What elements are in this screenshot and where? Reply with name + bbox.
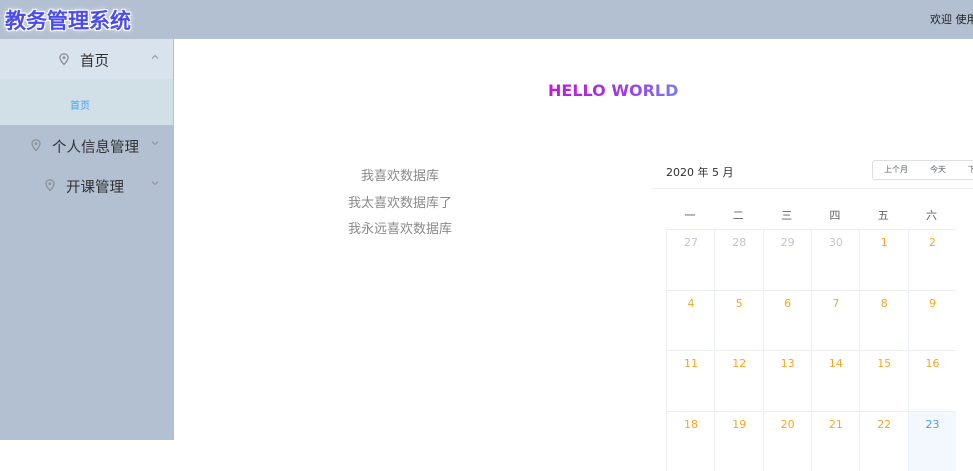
- calendar-day-cell[interactable]: 9: [907, 289, 956, 350]
- chevron-up-icon: [151, 54, 159, 59]
- calendar-day-cell[interactable]: 19: [714, 410, 763, 471]
- calendar-day-number: 7: [832, 296, 840, 310]
- location-pin-icon: [59, 53, 69, 65]
- calendar-day-cell[interactable]: 6: [762, 289, 811, 350]
- calendar-day-number: 21: [828, 417, 843, 431]
- calendar-day-cell[interactable]: 7: [810, 289, 859, 350]
- calendar-day-cell[interactable]: 15: [859, 350, 908, 410]
- next-month-button[interactable]: 下: [957, 160, 973, 180]
- calendar-day-cell[interactable]: 13: [762, 350, 811, 410]
- calendar-day-cell[interactable]: 22: [859, 410, 908, 471]
- location-pin-icon: [31, 139, 41, 151]
- calendar-day-number: 23: [925, 417, 940, 431]
- calendar-day-number: 20: [780, 417, 795, 431]
- weekday-label: 六: [926, 209, 937, 222]
- calendar-day-number: 16: [925, 357, 940, 370]
- calendar-day-number: 8: [880, 296, 888, 310]
- today-button[interactable]: 今天: [919, 160, 958, 180]
- weekday-label: 一: [684, 209, 696, 222]
- submenu-item-home[interactable]: 首页: [0, 79, 173, 125]
- sidebar-item-personal-info[interactable]: 个人信息管理: [0, 125, 173, 165]
- sidebar-menu: 首页 首页 个人信息管理 开课管理: [0, 39, 173, 205]
- calendar-day-cell[interactable]: 4: [666, 289, 714, 350]
- sidebar: 首页 首页 个人信息管理 开课管理: [0, 39, 174, 440]
- calendar-day-cell[interactable]: 30: [810, 229, 859, 289]
- calendar-day-number: 30: [828, 236, 843, 249]
- sidebar-item-label: 首页: [80, 54, 109, 70]
- calendar-day-number: 27: [684, 236, 698, 249]
- sidebar-item-label: 个人信息管理: [52, 140, 139, 156]
- chevron-down-icon: [151, 141, 159, 146]
- calendar-day-cell[interactable]: 18: [666, 410, 714, 471]
- sidebar-item-home[interactable]: 首页: [0, 39, 173, 79]
- calendar-title: 2020 年 5 月: [666, 166, 734, 179]
- calendar-day-cell[interactable]: 23: [907, 410, 956, 471]
- sidebar-item-label: 开课管理: [66, 180, 124, 196]
- calendar-day-cell[interactable]: 16: [907, 350, 956, 410]
- calendar-day-cell[interactable]: 28: [714, 229, 763, 289]
- calendar-day-number: 1: [880, 236, 888, 249]
- calendar-day-cell[interactable]: 20: [762, 410, 811, 471]
- quote-line: 我太喜欢数据库了: [348, 196, 453, 211]
- calendar-day-number: 12: [732, 357, 747, 370]
- calendar-divider: [652, 188, 973, 189]
- calendar-day-cell[interactable]: 5: [714, 289, 763, 350]
- calendar-day-number: 13: [780, 357, 795, 370]
- weekday-label: 三: [781, 209, 793, 222]
- weekday-label: 二: [732, 209, 744, 222]
- calendar-day-cell[interactable]: 12: [714, 350, 763, 410]
- calendar-day-cell[interactable]: 29: [762, 229, 811, 289]
- calendar-day-number: 11: [684, 357, 698, 370]
- calendar-day-number: 22: [877, 417, 892, 431]
- calendar-day-number: 18: [684, 417, 698, 431]
- calendar-day-number: 15: [877, 357, 892, 370]
- sidebar-item-course-management[interactable]: 开课管理: [0, 165, 173, 205]
- calendar-day-cell[interactable]: 8: [859, 289, 908, 350]
- app-logo-title: 教务管理系统: [5, 9, 131, 33]
- calendar-day-cell[interactable]: 21: [810, 410, 859, 471]
- quote-line: 我永远喜欢数据库: [348, 222, 453, 237]
- prev-month-button[interactable]: 上个月: [872, 160, 920, 180]
- calendar-day-number: 6: [784, 296, 792, 310]
- calendar-day-cell[interactable]: 27: [666, 229, 714, 289]
- calendar-day-number: 2: [929, 236, 936, 249]
- calendar-day-number: 4: [687, 296, 695, 310]
- calendar-day-number: 28: [732, 236, 747, 249]
- calendar-day-cell[interactable]: 2: [907, 229, 956, 289]
- calendar-day-number: 5: [735, 296, 743, 310]
- main-content: HELLO WORLD 我喜欢数据库 我太喜欢数据库了 我永远喜欢数据库 202…: [174, 39, 973, 471]
- calendar-day-cell[interactable]: 1: [859, 229, 908, 289]
- calendar-day-number: 14: [828, 357, 843, 370]
- calendar-day-number: 9: [929, 296, 936, 310]
- welcome-text: 欢迎 使用: [930, 13, 973, 26]
- location-pin-icon: [45, 179, 55, 191]
- calendar-day-number: 19: [732, 417, 747, 431]
- calendar-day-cell[interactable]: 11: [666, 350, 714, 410]
- calendar-day-cell[interactable]: 14: [810, 350, 859, 410]
- weekday-label: 五: [877, 209, 889, 222]
- hello-heading: HELLO WORLD: [548, 81, 679, 100]
- top-header: 教务管理系统 欢迎 使用: [0, 0, 973, 39]
- quote-line: 我喜欢数据库: [361, 169, 440, 184]
- calendar-day-number: 29: [780, 236, 795, 249]
- weekday-label: 四: [829, 209, 841, 222]
- submenu-item-label: 首页: [70, 101, 90, 112]
- chevron-down-icon: [151, 181, 159, 186]
